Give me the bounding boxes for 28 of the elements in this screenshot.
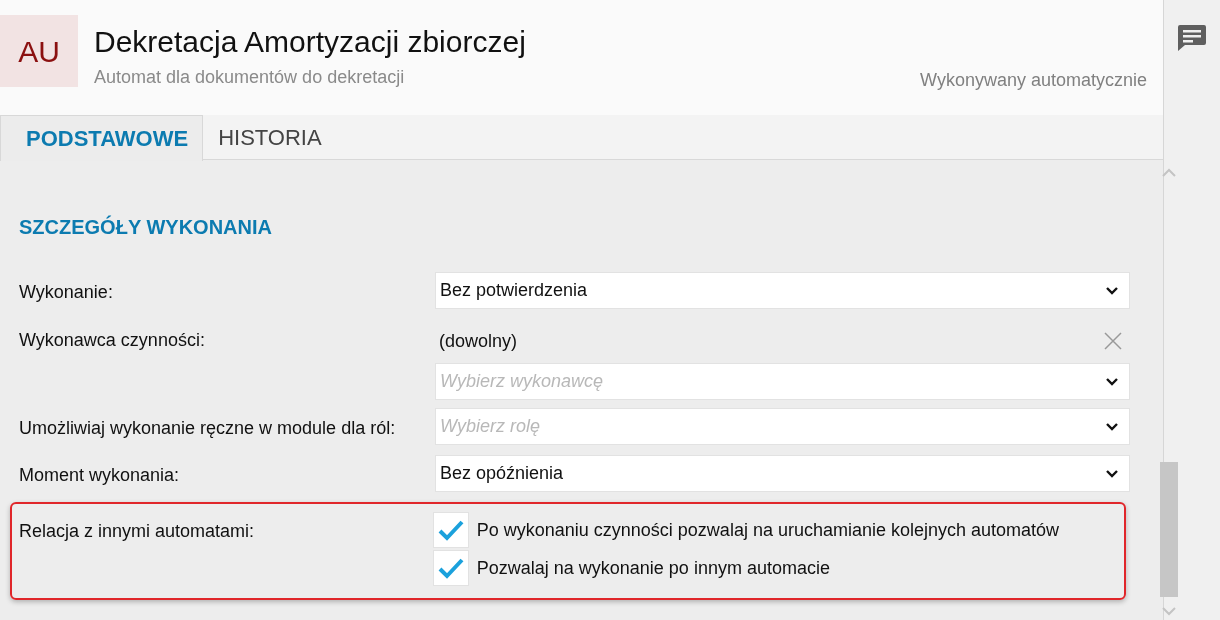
checkbox-label: Po wykonaniu czynności pozwalaj na uruchamianie kolejnych automatów [476,518,1060,542]
tab[interactable]: PODSTAWOWE [0,115,204,161]
scrollbar-thumb[interactable] [1160,462,1178,597]
field-label: Relacja z innymi automatami: [19,520,256,543]
chevron-down-icon [1105,286,1119,295]
scroll-down-icon[interactable] [1162,607,1176,616]
avatar: AU [0,15,78,87]
page-title: Dekretacja Amortyzacji zbiorczej [94,25,526,58]
section-title: SZCZEGÓŁY WYKONANIA [19,214,273,240]
select-field[interactable]: Bez potwierdzenia [435,272,1130,309]
chevron-down-icon [1105,377,1119,386]
select-field[interactable]: Bez opóźnienia [435,455,1130,492]
field-label: Wykonanie: [19,281,114,304]
field-label: Moment wykonania: [19,464,181,487]
checkbox[interactable] [432,512,469,548]
chevron-down-icon [1105,469,1119,478]
chevron-down-icon [1105,422,1119,431]
tab[interactable]: HISTORIA [203,115,337,160]
field-label: Wykonawca czynności: [19,329,206,352]
selected-value: (dowolny) [438,329,518,353]
checkbox[interactable] [432,550,469,586]
execution-mode: Wykonywany automatycznie [920,69,1147,92]
comment-icon[interactable] [1177,24,1207,52]
field-label: Umożliwiaj wykonanie ręczne w module dla ról: [19,417,397,440]
scroll-up-icon[interactable] [1162,168,1176,177]
page-subtitle: Automat dla dokumentów do dekretacji [94,66,406,89]
close-icon[interactable] [1104,332,1122,350]
checkbox-label: Pozwalaj na wykonanie po innym automacie [476,556,830,580]
